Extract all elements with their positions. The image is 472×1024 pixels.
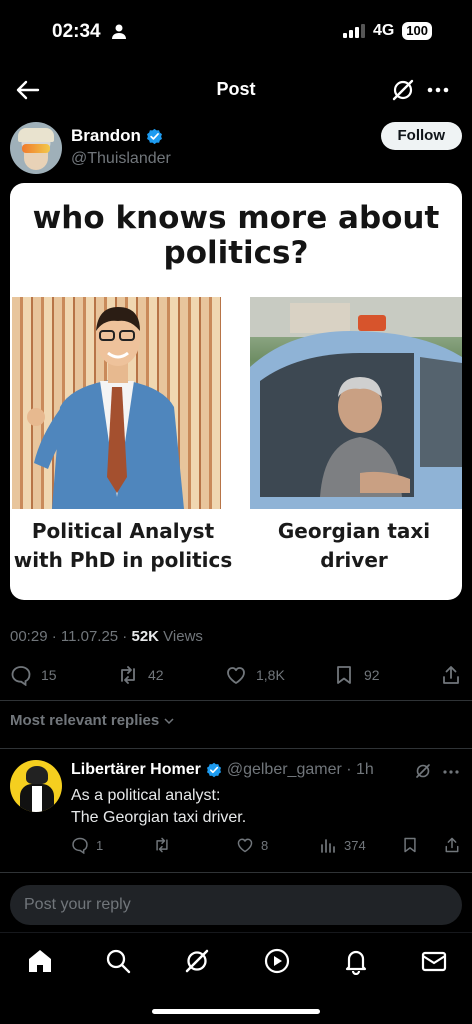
views-label: Views — [159, 628, 203, 645]
divider — [0, 872, 472, 873]
divider — [0, 700, 472, 701]
reply-views-button[interactable]: 374 — [319, 836, 366, 854]
more-options-icon[interactable] — [442, 763, 460, 781]
reply-sort-dropdown[interactable]: Most relevant replies — [10, 712, 175, 729]
status-bar: 02:34 4G 100 — [0, 0, 472, 62]
status-indicators: 4G 100 — [342, 22, 432, 40]
status-time: 02:34 — [52, 21, 101, 42]
reply-reply-count: 1 — [96, 837, 104, 853]
post-image[interactable]: who knows more about politics? Political… — [10, 183, 462, 600]
home-icon[interactable] — [26, 947, 54, 975]
like-count: 1,8K — [256, 667, 285, 683]
heart-icon — [227, 667, 245, 684]
post-timestamp: 00:29 · 11.07.25 · — [10, 628, 132, 645]
reply-share-button[interactable] — [443, 836, 461, 854]
heart-icon — [237, 838, 253, 853]
like-button[interactable]: 1,8K — [225, 664, 285, 686]
reply-count: 15 — [41, 667, 57, 683]
reply-text-line: The Georgian taxi driver. — [71, 809, 247, 826]
home-indicator[interactable] — [152, 1009, 320, 1014]
reply-text: As a political analyst: The Georgian tax… — [71, 785, 246, 829]
reply-actions: 1 8 374 — [71, 836, 462, 856]
analyst-caption: Political Analyst with PhD in politics — [13, 519, 233, 572]
reply-icon — [11, 666, 31, 686]
video-icon[interactable] — [263, 947, 291, 975]
repost-button[interactable]: 42 — [117, 664, 164, 686]
bottom-nav — [0, 932, 472, 1024]
reply-views-count: 374 — [344, 837, 366, 853]
bookmark-icon — [404, 837, 416, 853]
reply-reply-button[interactable]: 1 — [71, 836, 103, 854]
author-name-row[interactable]: Brandon — [71, 126, 163, 146]
analyst-photo — [12, 297, 221, 509]
post-author: Brandon @Thuislander Follow — [10, 120, 462, 176]
taxi-driver-caption: Georgian taxi driver — [277, 519, 431, 572]
person-icon — [112, 24, 126, 39]
grok-icon[interactable] — [183, 947, 211, 975]
share-button[interactable] — [440, 664, 462, 686]
reply-header: Libertärer Homer @gelber_gamer · 1h — [71, 761, 374, 779]
search-icon[interactable] — [104, 947, 132, 975]
reply-handle-time[interactable]: @gelber_gamer · 1h — [227, 761, 374, 779]
author-name[interactable]: Brandon — [71, 126, 141, 146]
network-type: 4G — [372, 22, 395, 39]
reply-like-count: 8 — [261, 837, 269, 853]
reply-repost-button[interactable] — [153, 836, 178, 854]
reply-input[interactable]: Post your reply — [10, 885, 462, 925]
repost-icon — [156, 837, 168, 853]
messages-icon[interactable] — [420, 947, 448, 975]
verified-badge-icon — [206, 762, 221, 778]
post-actions: 15 42 1,8K 92 — [10, 664, 462, 690]
more-options-icon[interactable] — [426, 78, 450, 102]
post-meta: 00:29 · 11.07.25 · 52K Views — [10, 628, 203, 645]
chevron-down-icon — [164, 717, 174, 724]
reply-text-line: As a political analyst: — [71, 787, 221, 804]
reply-avatar[interactable] — [10, 760, 62, 812]
share-icon — [443, 666, 459, 684]
reply-item[interactable]: Libertärer Homer @gelber_gamer · 1h As a… — [10, 756, 462, 860]
share-icon — [445, 837, 459, 853]
author-avatar[interactable] — [10, 122, 62, 174]
bookmark-button[interactable]: 92 — [333, 664, 380, 686]
grok-icon[interactable] — [414, 762, 432, 780]
notifications-icon[interactable] — [342, 947, 370, 975]
reply-sort-label: Most relevant replies — [10, 712, 160, 729]
reply-icon — [72, 837, 88, 854]
meme-title: who knows more about politics? — [32, 200, 440, 271]
reply-author-name[interactable]: Libertärer Homer — [71, 761, 201, 779]
reply-button[interactable]: 15 — [10, 664, 57, 686]
taxi-driver-photo — [250, 297, 462, 509]
bookmark-icon — [337, 666, 351, 684]
reply-like-button[interactable]: 8 — [236, 836, 268, 854]
grok-icon[interactable] — [390, 77, 416, 103]
views-count: 52K — [131, 628, 160, 645]
repost-icon — [121, 666, 135, 684]
battery-icon: 100 — [402, 22, 432, 40]
post-header: Post — [0, 70, 472, 110]
reply-bookmark-button[interactable] — [401, 836, 419, 854]
repost-count: 42 — [148, 667, 164, 683]
views-icon — [321, 839, 335, 853]
signal-icon — [342, 24, 365, 38]
follow-button[interactable]: Follow — [380, 122, 462, 150]
bookmark-count: 92 — [364, 667, 380, 683]
verified-badge-icon — [146, 128, 162, 144]
divider — [0, 748, 472, 749]
author-handle[interactable]: @Thuislander — [71, 150, 171, 168]
